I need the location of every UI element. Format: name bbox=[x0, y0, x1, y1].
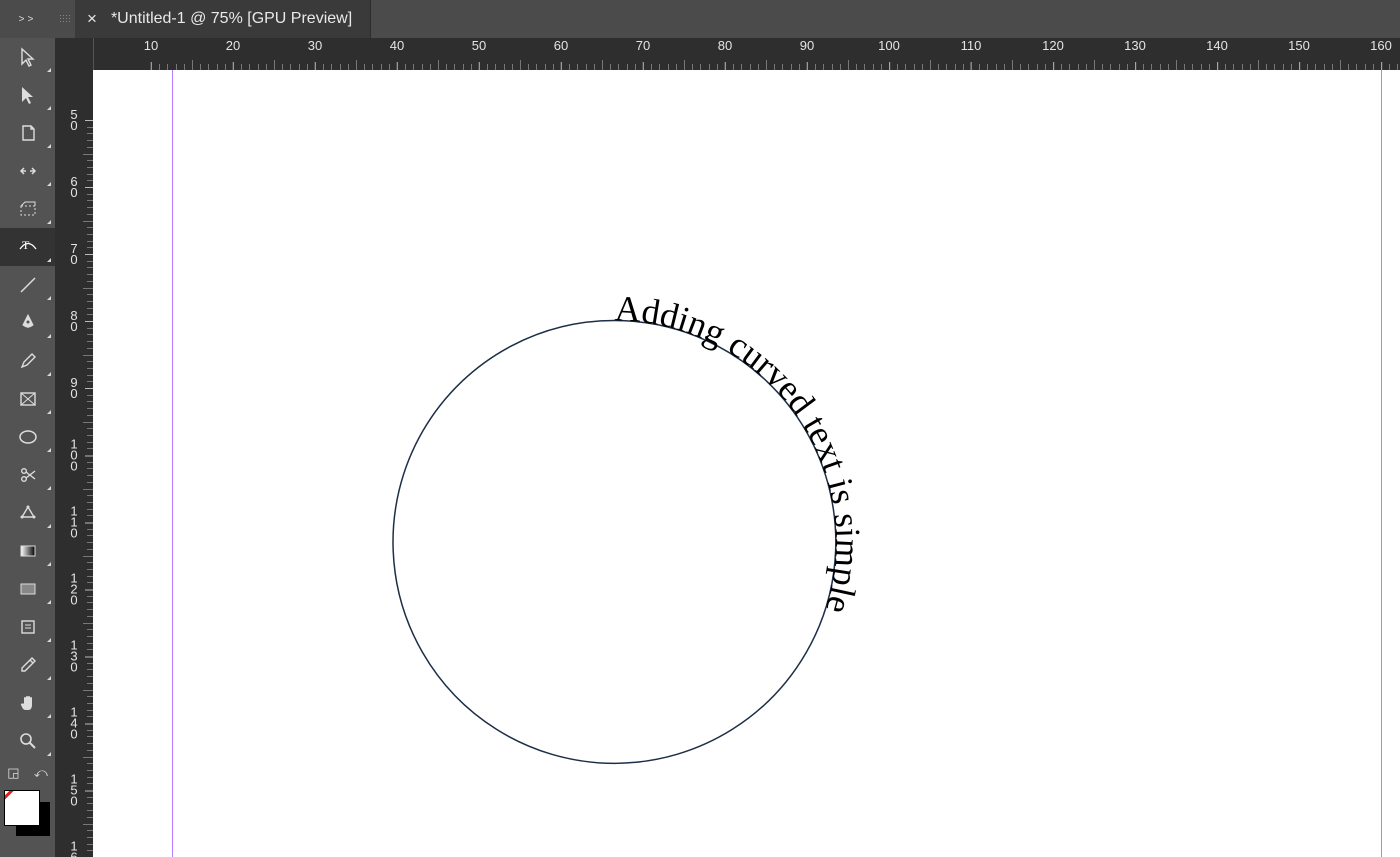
v-ruler-tick: 100 bbox=[55, 439, 93, 472]
close-tab-button[interactable]: × bbox=[87, 10, 97, 27]
expand-panels-button[interactable]: >> bbox=[0, 0, 55, 38]
vertical-ruler[interactable]: 50 60 70 80 90 100 110 120 130 140 150 160 bbox=[55, 70, 93, 857]
v-ruler-tick: 160 bbox=[55, 841, 93, 857]
type-on-path-tool[interactable]: T bbox=[0, 228, 55, 266]
h-ruler-tick: 60 bbox=[554, 38, 568, 70]
selection-tool[interactable] bbox=[0, 38, 55, 76]
h-ruler-tick: 20 bbox=[226, 38, 240, 70]
horizontal-ruler[interactable]: 1020304050607080901001101201301401501601… bbox=[55, 38, 1400, 70]
chevrons-right-icon: >> bbox=[19, 14, 37, 25]
h-ruler-tick: 10 bbox=[144, 38, 158, 70]
h-ruler-tick: 40 bbox=[390, 38, 404, 70]
ellipse-tool[interactable] bbox=[0, 418, 55, 456]
pencil-tool[interactable] bbox=[0, 342, 55, 380]
page-tool[interactable] bbox=[0, 114, 55, 152]
v-ruler-tick: 80 bbox=[55, 310, 93, 332]
v-ruler-tick: 90 bbox=[55, 377, 93, 399]
v-ruler-tick: 50 bbox=[55, 109, 93, 131]
line-tool[interactable] bbox=[0, 266, 55, 304]
panel-grip-icon[interactable] bbox=[55, 0, 75, 38]
document-tab[interactable]: × *Untitled-1 @ 75% [GPU Preview] bbox=[75, 0, 371, 38]
default-fill-stroke-icon[interactable]: ◲ bbox=[7, 765, 19, 781]
gap-tool[interactable] bbox=[0, 152, 55, 190]
h-ruler-tick: 30 bbox=[308, 38, 322, 70]
h-ruler-tick: 70 bbox=[636, 38, 650, 70]
type-on-path-text[interactable]: Adding curved text is simple bbox=[614, 288, 868, 618]
swap-fill-stroke-icon[interactable]: ⤺ bbox=[34, 765, 48, 781]
rectangle-frame-tool[interactable] bbox=[0, 380, 55, 418]
svg-text:T: T bbox=[22, 238, 30, 252]
scissors-tool[interactable] bbox=[0, 456, 55, 494]
document-canvas[interactable]: Adding curved text is simple bbox=[93, 70, 1400, 857]
content-collector-tool[interactable] bbox=[0, 190, 55, 228]
v-ruler-tick: 150 bbox=[55, 774, 93, 807]
eyedropper-tool[interactable] bbox=[0, 646, 55, 684]
gradient-swatch-tool[interactable] bbox=[0, 532, 55, 570]
artwork-layer: Adding curved text is simple bbox=[93, 70, 1400, 857]
v-ruler-tick: 110 bbox=[55, 506, 93, 539]
h-ruler-tick: 90 bbox=[800, 38, 814, 70]
fill-swatch[interactable] bbox=[4, 790, 40, 826]
hand-tool[interactable] bbox=[0, 684, 55, 722]
tools-panel: T ◲ ⤺ bbox=[0, 38, 55, 857]
v-ruler-tick: 140 bbox=[55, 707, 93, 740]
fill-stroke-swatch[interactable] bbox=[0, 786, 55, 842]
v-ruler-tick: 120 bbox=[55, 573, 93, 606]
document-tab-title: *Untitled-1 @ 75% [GPU Preview] bbox=[111, 10, 352, 28]
v-ruler-tick: 70 bbox=[55, 243, 93, 265]
note-tool[interactable] bbox=[0, 608, 55, 646]
document-tab-bar: >> × *Untitled-1 @ 75% [GPU Preview] bbox=[0, 0, 1400, 38]
free-transform-tool[interactable] bbox=[0, 494, 55, 532]
v-ruler-tick: 130 bbox=[55, 640, 93, 673]
h-ruler-tick: 50 bbox=[472, 38, 486, 70]
zoom-tool[interactable] bbox=[0, 722, 55, 760]
direct-selection-tool[interactable] bbox=[0, 76, 55, 114]
h-ruler-tick: 80 bbox=[718, 38, 732, 70]
ruler-origin-corner[interactable] bbox=[55, 38, 94, 70]
pen-tool[interactable] bbox=[0, 304, 55, 342]
gradient-feather-tool[interactable] bbox=[0, 570, 55, 608]
v-ruler-tick: 60 bbox=[55, 176, 93, 198]
